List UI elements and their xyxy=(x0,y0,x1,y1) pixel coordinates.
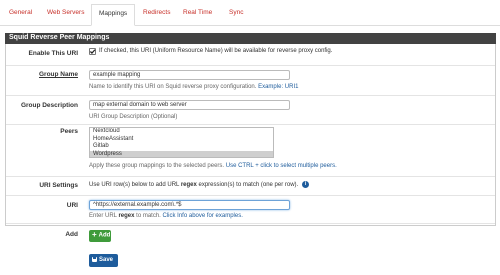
peers-label: Peers xyxy=(60,128,78,135)
save-button[interactable]: Save xyxy=(89,254,118,267)
peers-listbox[interactable]: Nextcloud HomeAssistant Gitlab Wordpress xyxy=(89,127,274,158)
uri-help-link[interactable]: Click Info above for examples. xyxy=(163,213,243,219)
checkmark-icon xyxy=(89,49,96,54)
peer-option-homeassistant[interactable]: HomeAssistant xyxy=(90,136,273,144)
peer-option-nextcloud[interactable]: Nextcloud xyxy=(90,128,273,136)
add-button-label: Add xyxy=(98,232,111,239)
group-name-input[interactable]: example mapping xyxy=(89,70,290,80)
group-name-help: Name to identify this URI on Squid rever… xyxy=(89,84,298,90)
uri-settings-help-bold: regex xyxy=(180,182,197,188)
tab-sync[interactable]: Sync xyxy=(229,9,243,16)
enable-uri-row: Enable This URI If checked, this URI (Un… xyxy=(6,45,495,66)
uri-help: Enter URL regex to match. Click Info abo… xyxy=(89,213,243,219)
uri-help-pre: Enter URL xyxy=(89,213,117,219)
group-description-row: Group Description map external domain to… xyxy=(6,96,495,125)
tab-redirects[interactable]: Redirects xyxy=(143,9,170,16)
group-description-help: URI Group Description (Optional) xyxy=(89,114,178,120)
info-circle-icon[interactable]: i xyxy=(302,181,309,188)
tab-web-servers[interactable]: Web Servers xyxy=(47,9,84,16)
peer-option-wordpress[interactable]: Wordpress xyxy=(90,150,273,157)
peers-help: Apply these group mappings to the select… xyxy=(89,163,337,169)
add-button[interactable]: + Add xyxy=(89,230,111,242)
tab-bar: General Web Servers Mappings Redirects R… xyxy=(0,0,500,26)
uri-row: URI ^https://external.example.com\.*$ En… xyxy=(6,196,495,224)
uri-help-post: to match. xyxy=(136,213,161,219)
plus-icon: + xyxy=(92,230,97,239)
tab-real-time[interactable]: Real Time xyxy=(183,9,212,16)
enable-uri-text: If checked, this URI (Uniform Resource N… xyxy=(99,48,333,54)
uri-label: URI xyxy=(66,202,78,209)
add-label: Add xyxy=(65,231,78,238)
tab-mappings[interactable]: Mappings xyxy=(91,4,136,26)
uri-settings-label: URI Settings xyxy=(39,182,78,189)
save-icon xyxy=(92,257,97,262)
uri-settings-help-pre: Use URI row(s) below to add URL xyxy=(89,182,180,188)
panel-title: Squid Reverse Peer Mappings xyxy=(5,33,496,44)
tab-general[interactable]: General xyxy=(9,9,32,16)
peers-row: Peers Nextcloud HomeAssistant Gitlab Wor… xyxy=(6,125,495,177)
enable-uri-label: Enable This URI xyxy=(28,50,78,57)
peers-help-link[interactable]: Use CTRL + click to select multiple peer… xyxy=(226,163,337,169)
peers-help-text: Apply these group mappings to the select… xyxy=(89,163,225,169)
enable-uri-checkbox[interactable] xyxy=(89,48,96,55)
uri-settings-help-post: expression(s) to match (one per row). xyxy=(198,182,299,188)
group-name-row: Group Name example mapping Name to ident… xyxy=(6,66,495,96)
group-description-label: Group Description xyxy=(20,102,78,109)
uri-help-bold: regex xyxy=(118,213,135,219)
uri-settings-row: URI Settings Use URI row(s) below to add… xyxy=(6,177,495,196)
group-name-help-link[interactable]: Example: URI1 xyxy=(258,84,298,90)
group-name-label: Group Name xyxy=(38,71,78,78)
group-description-input[interactable]: map external domain to web server xyxy=(89,100,290,110)
peer-option-gitlab[interactable]: Gitlab xyxy=(90,143,273,151)
uri-settings-help: Use URI row(s) below to add URL regex ex… xyxy=(89,182,298,188)
uri-input[interactable]: ^https://external.example.com\.*$ xyxy=(89,200,290,210)
group-name-help-text: Name to identify this URI on Squid rever… xyxy=(89,84,257,90)
save-button-label: Save xyxy=(99,257,114,263)
